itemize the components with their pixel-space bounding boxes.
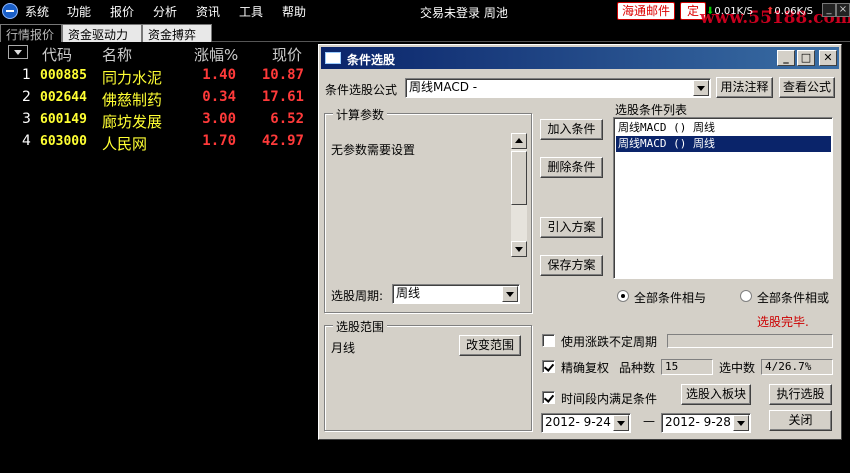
list-item[interactable]: 周线MACD () 周线: [616, 120, 831, 136]
close-button[interactable]: 关闭: [769, 410, 832, 431]
condition-list-title: 选股条件列表: [615, 103, 688, 117]
tab-capital-drive[interactable]: 资金驱动力: [62, 24, 142, 42]
list-item[interactable]: 周线MACD () 周线: [616, 136, 831, 152]
maximize-icon[interactable]: □: [797, 50, 815, 66]
tab-capital-game[interactable]: 资金搏弈: [142, 24, 212, 42]
radio-and[interactable]: [617, 290, 629, 302]
menu-function[interactable]: 功能: [67, 3, 91, 20]
selected-value: 4/26.7%: [761, 359, 833, 375]
progress-bar: [667, 334, 833, 348]
table-header: 代码 名称 涨幅% 现价: [0, 43, 320, 65]
formula-label: 条件选股公式: [325, 83, 398, 97]
menu-quote[interactable]: 报价: [110, 3, 134, 20]
view-formula-button[interactable]: 查看公式: [779, 77, 835, 98]
add-condition-button[interactable]: 加入条件: [540, 119, 603, 140]
menu-tools[interactable]: 工具: [239, 3, 263, 20]
menu-analysis[interactable]: 分析: [153, 3, 177, 20]
add-to-board-button[interactable]: 选股入板块: [681, 384, 751, 405]
usage-notes-button[interactable]: 用法注释: [716, 77, 773, 98]
sort-dropdown-icon[interactable]: [8, 45, 28, 59]
period-label: 选股周期:: [331, 289, 384, 303]
table-row[interactable]: 2 002644 佛慈制药 0.34 17.61: [0, 88, 320, 110]
period-select[interactable]: 周线: [392, 284, 520, 304]
download-speed: ⬇0.01K/S: [706, 6, 753, 17]
use-period-label: 使用涨跌不定周期: [561, 335, 658, 349]
scroll-up-icon[interactable]: [511, 133, 527, 149]
change-range-button[interactable]: 改变范围: [459, 335, 521, 356]
close-window-icon[interactable]: ×: [836, 3, 850, 17]
dialog-title: 条件选股: [347, 53, 396, 67]
chevron-down-icon[interactable]: [693, 80, 709, 96]
import-scheme-button[interactable]: 引入方案: [540, 217, 603, 238]
minimize-icon[interactable]: _: [777, 50, 795, 66]
selected-label: 选中数: [719, 361, 756, 375]
chevron-down-icon[interactable]: [733, 415, 749, 431]
close-icon[interactable]: ✕: [819, 50, 837, 66]
menu-news[interactable]: 资讯: [196, 3, 220, 20]
radio-or[interactable]: [740, 290, 752, 302]
exact-adjust-label: 精确复权: [561, 361, 610, 375]
date-from-select[interactable]: 2012- 9-24: [541, 413, 631, 433]
date-to-select[interactable]: 2012- 9-28: [661, 413, 751, 433]
scroll-down-icon[interactable]: [511, 241, 527, 257]
radio-or-label[interactable]: 全部条件相或: [757, 289, 829, 306]
radio-and-label[interactable]: 全部条件相与: [634, 289, 706, 306]
use-period-checkbox[interactable]: [542, 334, 555, 347]
col-price[interactable]: 现价: [272, 44, 302, 65]
upload-speed: ⬆0.06K/S: [766, 6, 813, 17]
time-period-label: 时间段内满足条件: [561, 392, 658, 406]
menu-help[interactable]: 帮助: [282, 3, 306, 20]
table-row[interactable]: 3 600149 廊坊发展 3.00 6.52: [0, 110, 320, 132]
params-text: 无参数需要设置: [331, 143, 416, 157]
tab-quote[interactable]: 行情报价: [0, 24, 62, 42]
save-scheme-button[interactable]: 保存方案: [540, 255, 603, 276]
login-status: 交易未登录 周池: [420, 6, 508, 20]
scroll-thumb[interactable]: [511, 151, 527, 205]
exact-adjust-checkbox[interactable]: [542, 360, 555, 373]
minimize-icon[interactable]: _: [822, 3, 836, 17]
delete-condition-button[interactable]: 删除条件: [540, 157, 603, 178]
run-selection-button[interactable]: 执行选股: [769, 384, 832, 405]
condition-stock-dialog: 条件选股 _ □ ✕ 条件选股公式 周线MACD - 用法注释 查看公式 计算参…: [318, 44, 842, 440]
col-code[interactable]: 代码: [42, 44, 72, 65]
count-label: 品种数: [619, 361, 656, 375]
chevron-down-icon[interactable]: [613, 415, 629, 431]
menu-system[interactable]: 系统: [25, 3, 49, 20]
params-scrollbar[interactable]: [511, 133, 527, 257]
count-value: 15: [661, 359, 713, 375]
condition-list[interactable]: 周线MACD () 周线 周线MACD () 周线: [613, 117, 833, 279]
formula-select[interactable]: 周线MACD -: [405, 78, 711, 98]
date-separator: —: [643, 414, 655, 428]
col-change[interactable]: 涨幅%: [194, 44, 238, 65]
time-period-checkbox[interactable]: [542, 391, 555, 404]
mail-button[interactable]: 海通邮件: [617, 2, 675, 20]
done-status: 选股完毕.: [757, 315, 809, 329]
table-row[interactable]: 1 000885 同力水泥 1.40 10.87: [0, 66, 320, 88]
col-name[interactable]: 名称: [102, 44, 132, 65]
window-icon: [325, 52, 341, 64]
table-row[interactable]: 4 603000 人民网 1.70 42.97: [0, 132, 320, 154]
range-value: 月线: [331, 341, 356, 355]
dialog-titlebar[interactable]: 条件选股 _ □ ✕: [321, 47, 839, 69]
app-logo-icon[interactable]: [2, 3, 18, 19]
tab-bar: 行情报价 资金驱动力 资金搏弈: [0, 24, 850, 42]
chevron-down-icon[interactable]: [502, 286, 518, 302]
menu-bar: 系统 功能 报价 分析 资讯 工具 帮助 交易未登录 周池 海通邮件 定 www…: [0, 0, 850, 28]
